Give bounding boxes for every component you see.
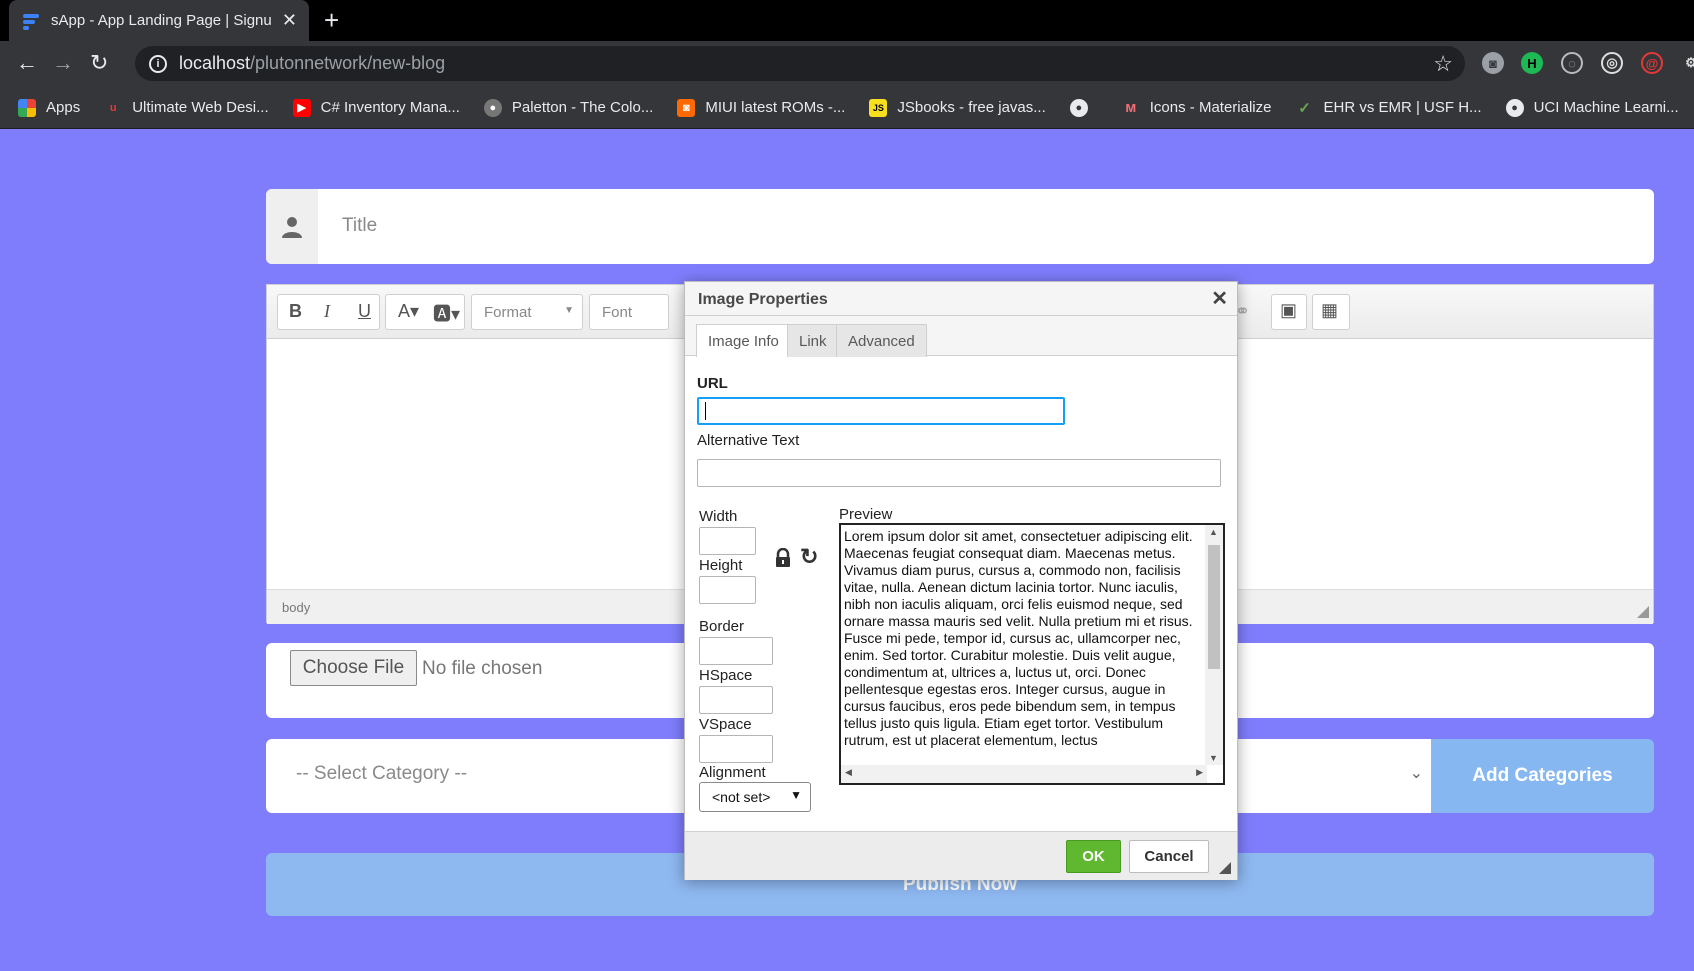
camera-extension-icon[interactable]: ◙ [1482, 52, 1504, 74]
paletton-icon: ● [483, 98, 502, 117]
alt-text-label: Alternative Text [697, 432, 800, 449]
border-label: Border [699, 618, 745, 635]
alignment-label: Alignment [699, 764, 766, 781]
height-input[interactable] [699, 576, 756, 604]
font-dropdown[interactable]: Font [589, 294, 669, 330]
image-icon: ▣ [1280, 300, 1298, 320]
tab-link[interactable]: Link [787, 324, 839, 357]
site-favicon-icon [21, 11, 41, 31]
new-tab-icon[interactable]: + [324, 6, 339, 34]
miui-icon: ◙ [677, 98, 696, 117]
dialog-tabs: Image Info Link Advanced [685, 316, 1237, 357]
bookmark-item[interactable]: ✓ EHR vs EMR | USF H... [1295, 99, 1481, 117]
tab-image-info[interactable]: Image Info [696, 324, 791, 357]
back-arrow-icon[interactable]: ← [16, 51, 38, 75]
tab-title: sApp - App Landing Page | Signu [51, 12, 272, 29]
choose-file-button[interactable]: Choose File [290, 650, 417, 686]
preview-horizontal-scrollbar[interactable]: ◀ ▶ [841, 765, 1207, 783]
bookmark-item[interactable]: ● UCI Machine Learni... [1505, 98, 1679, 117]
alt-text-input[interactable] [697, 459, 1221, 487]
brand-u-icon: u [109, 101, 117, 114]
url-host: localhost [179, 53, 251, 73]
user-icon [266, 189, 318, 264]
chevron-down-icon: ⌄ [1409, 765, 1423, 782]
dialog-title: Image Properties [685, 282, 1237, 316]
close-icon[interactable]: ✕ [1211, 286, 1228, 311]
tab-advanced[interactable]: Advanced [836, 324, 927, 357]
width-input[interactable] [699, 527, 756, 555]
hspace-label: HSpace [699, 667, 753, 684]
italic-icon[interactable]: I [324, 301, 330, 322]
reload-icon[interactable]: ↻ [90, 51, 108, 75]
title-field[interactable]: Title [266, 189, 1654, 264]
title-placeholder: Title [342, 215, 378, 236]
category-placeholder: -- Select Category -- [296, 763, 468, 784]
border-input[interactable] [699, 637, 773, 665]
browser-tab-strip: sApp - App Landing Page | Signu ✕ + [0, 0, 1694, 41]
url-label: URL [697, 375, 728, 392]
height-label: Height [699, 557, 743, 574]
reset-size-icon[interactable]: ↻ [800, 544, 818, 570]
bookmark-apps[interactable]: Apps [18, 98, 80, 117]
settings-extension-icon[interactable]: ⚙ [1680, 52, 1694, 74]
bookmark-item[interactable]: ● Paletton - The Colo... [483, 98, 653, 117]
bookmark-item[interactable]: ᴍ Icons - Materialize [1122, 99, 1271, 117]
preview-label: Preview [839, 506, 893, 523]
close-tab-icon[interactable]: ✕ [282, 10, 297, 31]
target-extension-icon[interactable]: ◎ [1601, 52, 1623, 74]
underline-icon[interactable]: U [358, 301, 371, 322]
url-path: /plutonnetwork/new-blog [250, 53, 446, 73]
spiral-extension-icon[interactable]: @ [1641, 52, 1663, 74]
dialog-footer: OK Cancel [685, 831, 1237, 880]
sync-extension-icon[interactable]: ◌ [1561, 52, 1583, 74]
alignment-select[interactable]: <not set> ▼ [699, 782, 811, 812]
format-dropdown[interactable]: Format ▼ [471, 294, 583, 330]
bold-icon[interactable]: B [289, 301, 302, 322]
js-icon: JS [869, 98, 888, 117]
text-color-icon[interactable]: A▾ [398, 301, 419, 322]
h-extension-icon[interactable]: H [1521, 52, 1543, 74]
bookmark-item[interactable]: u Ultimate Web Desi... [104, 99, 269, 117]
vspace-label: VSpace [699, 716, 752, 733]
bookmark-item[interactable]: JS JSbooks - free javas... [869, 98, 1046, 117]
background-color-icon[interactable]: 🅰▾ [433, 300, 460, 326]
file-status: No file chosen [422, 658, 543, 679]
cancel-button[interactable]: Cancel [1129, 840, 1209, 873]
bookmark-item[interactable]: ● [1069, 98, 1098, 117]
add-categories-button[interactable]: Add Categories [1431, 739, 1654, 813]
address-bar[interactable]: i localhost/plutonnetwork/new-blog ☆ [135, 46, 1465, 81]
youtube-icon: ▶ [292, 98, 311, 117]
bookmark-star-icon[interactable]: ☆ [1433, 51, 1453, 77]
bookmark-item[interactable]: ◙ MIUI latest ROMs -... [677, 98, 845, 117]
site-info-icon[interactable]: i [149, 54, 167, 73]
width-label: Width [699, 508, 738, 525]
apps-grid-icon [18, 98, 36, 117]
bookmark-item[interactable]: ▶ C# Inventory Mana... [292, 98, 460, 117]
materialize-icon: ᴍ [1125, 99, 1137, 116]
image-preview[interactable]: Lorem ipsum dolor sit amet, consectetuer… [839, 523, 1225, 785]
editor-resize-handle[interactable] [1637, 606, 1649, 618]
image-properties-dialog: Image Properties ✕ Image Info Link Advan… [684, 281, 1238, 880]
vspace-input[interactable] [699, 735, 773, 763]
dialog-resize-handle[interactable] [1219, 862, 1231, 874]
bookmarks-bar: Apps u Ultimate Web Desi... ▶ C# Inventory… [0, 87, 1694, 129]
preview-vertical-scrollbar[interactable]: ▲ ▼ [1205, 525, 1223, 765]
lock-ratio-icon[interactable] [774, 548, 792, 568]
globe-icon: ● [1505, 98, 1524, 117]
chevron-down-icon: ▼ [790, 788, 802, 802]
browser-tab[interactable]: sApp - App Landing Page | Signu ✕ [9, 0, 309, 41]
forward-arrow-icon[interactable]: → [52, 51, 74, 75]
usf-icon: ✓ [1298, 99, 1311, 117]
ok-button[interactable]: OK [1066, 840, 1121, 873]
globe-icon: ● [1069, 98, 1088, 117]
browser-toolbar: ← → ↻ i localhost/plutonnetwork/new-blog… [0, 41, 1694, 87]
table-icon: ▦ [1321, 300, 1339, 320]
url-input[interactable] [697, 397, 1065, 425]
hspace-input[interactable] [699, 686, 773, 714]
preview-text: Lorem ipsum dolor sit amet, consectetuer… [844, 528, 1193, 748]
